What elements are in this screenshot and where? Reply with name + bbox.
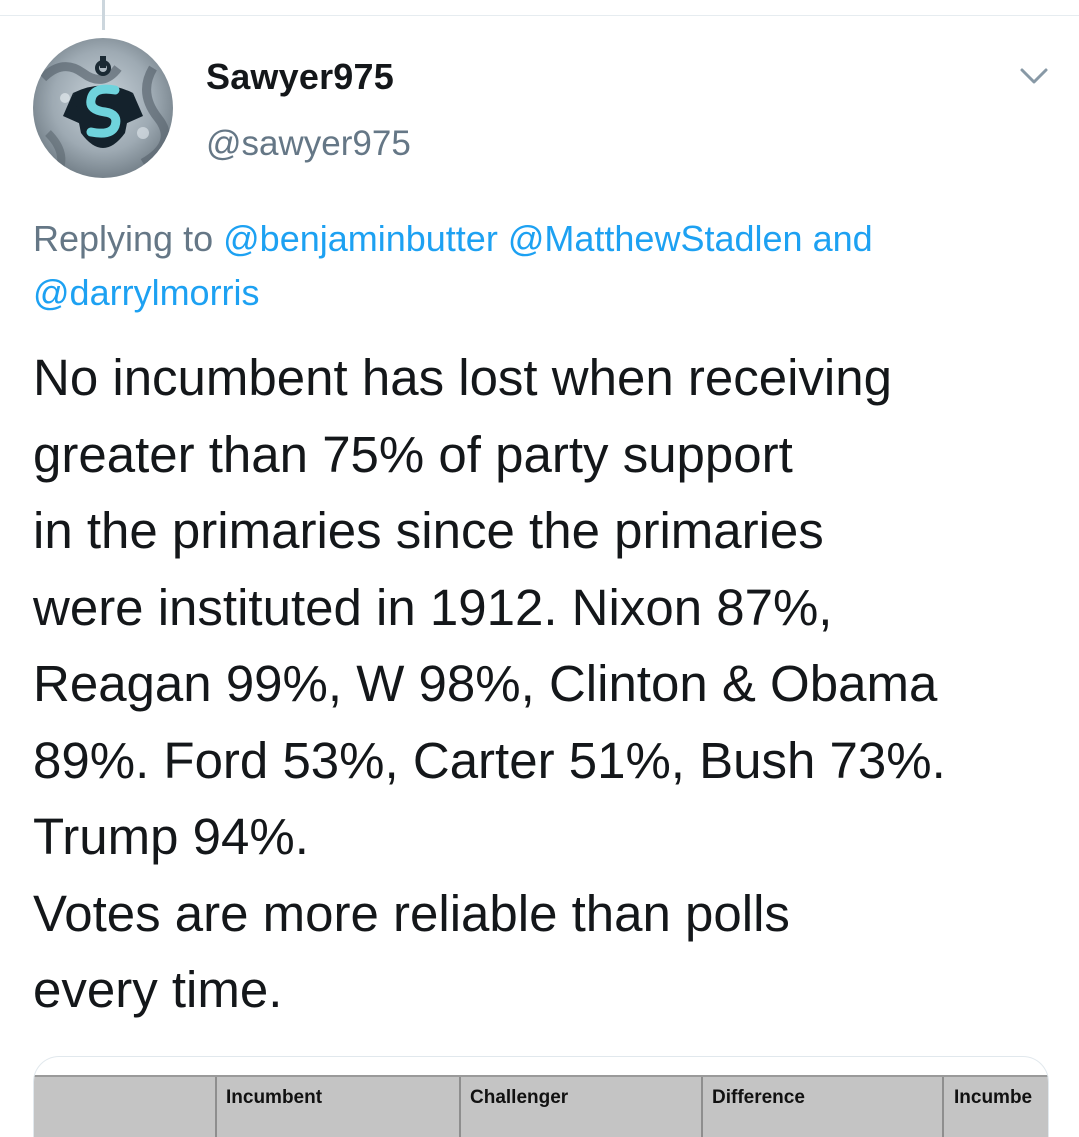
replying-to-line: Replying to @benjaminbutter @MatthewStad… [33,212,1053,320]
table-header-cell: Incumbent [226,1087,323,1108]
kraken-anchor-logo-icon [33,38,173,178]
table-header-cell: Challenger [470,1087,569,1108]
tweet-text-line: in the primaries since the primaries [33,502,824,559]
mention-conjunction[interactable]: and [813,218,873,259]
column-divider [215,1077,217,1137]
column-divider [459,1077,461,1137]
mention-link[interactable]: @benjaminbutter [223,218,498,259]
thread-connector-line [102,0,105,30]
author-display-name[interactable]: Sawyer975 [206,56,394,98]
tweet-text-line: Reagan 99%, W 98%, Clinton & Obama [33,655,938,712]
table-header-cell: Difference [712,1087,805,1108]
attached-image-card[interactable]: Incumbent Challenger Difference Incumbe [33,1056,1049,1137]
tweet-text-line: greater than 75% of party support [33,425,793,483]
mention-link[interactable]: @MatthewStadlen [508,218,803,259]
column-divider [701,1077,703,1137]
tweet-text-line: Trump 94%. [33,808,309,865]
top-divider [0,15,1079,16]
column-divider [942,1077,944,1137]
mention-link[interactable]: @darrylmorris [33,272,260,313]
tweet-text: No incumbent has lost when receiving gre… [33,340,1063,1029]
chevron-down-icon[interactable] [1016,62,1052,90]
avatar[interactable] [33,38,173,178]
table-header-strip: Incumbent Challenger Difference Incumbe [34,1075,1048,1137]
tweet-text-line: No incumbent has lost when receiving [33,349,892,406]
tweet-text-line: Votes are more reliable than polls [33,884,790,942]
table-header-cell: Incumbe [954,1087,1033,1108]
tweet-text-line: were instituted in 1912. Nixon 87%, [33,578,833,636]
author-handle[interactable]: @sawyer975 [206,124,411,164]
tweet-text-line: every time. [33,961,283,1018]
replying-to-label: Replying to [33,218,214,259]
tweet-text-line: 89%. Ford 53%, Carter 51%, Bush 73%. [33,731,946,789]
